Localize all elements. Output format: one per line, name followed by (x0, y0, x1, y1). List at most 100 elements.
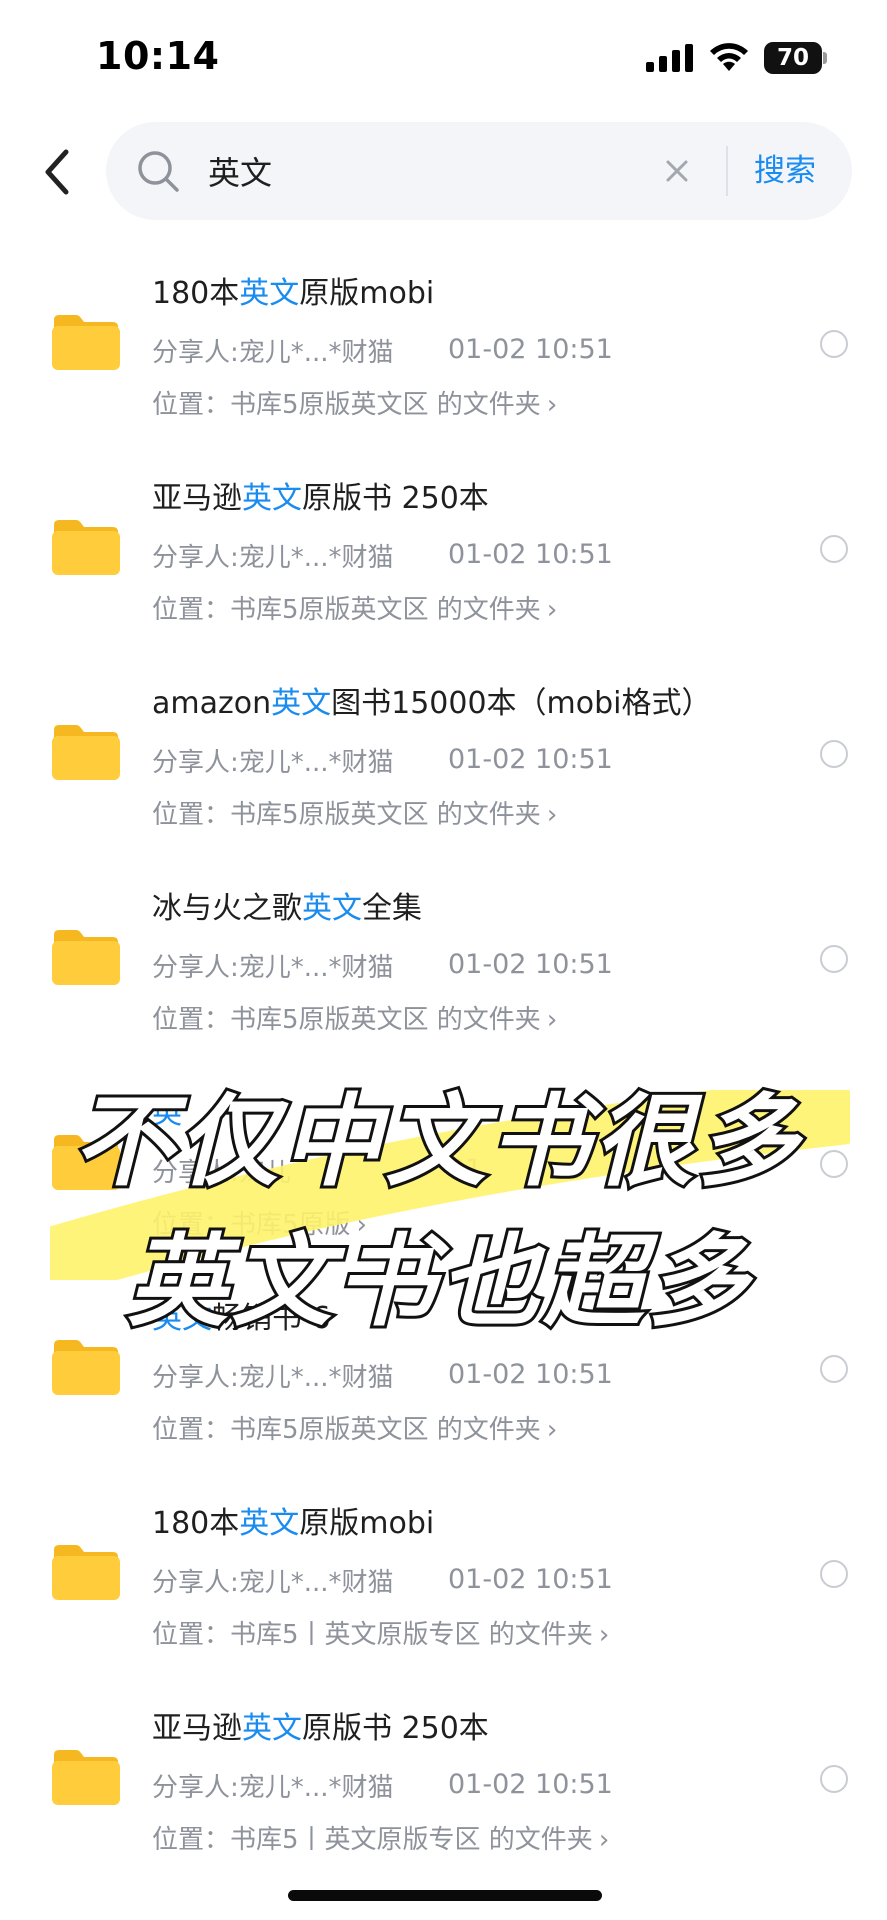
result-title[interactable]: 冰与火之歌英文全集 (152, 883, 422, 927)
search-bar[interactable]: 搜索 (106, 122, 852, 220)
title-prefix: 亚马逊 (152, 1711, 242, 1746)
select-radio[interactable] (820, 1355, 848, 1383)
chevron-right-icon: › (356, 1210, 367, 1240)
result-location-link[interactable]: 位置：书库5原版 › (152, 1204, 367, 1241)
location-text: 位置：书库5原版英文区 的文件夹 (152, 390, 541, 420)
chevron-right-icon: › (598, 1825, 610, 1855)
chevron-right-icon: › (546, 800, 558, 830)
result-location-link[interactable]: 位置：书库5原版英文区 的文件夹 › (152, 794, 557, 831)
folder-icon (52, 520, 120, 575)
list-item[interactable]: 180本英文原版mobi 分享人:宠儿*...*财猫 01-02 10:51 位置：书… (0, 1464, 887, 1669)
search-icon (138, 151, 179, 192)
select-radio[interactable] (820, 1765, 848, 1793)
location-text: 位置：书库5原版 (152, 1210, 351, 1240)
back-button[interactable] (36, 146, 80, 198)
list-item[interactable]: 亚马逊英文原版书 250本 分享人:宠儿*...*财猫 01-02 10:51 位置：… (0, 439, 887, 644)
search-button[interactable]: 搜索 (754, 144, 844, 198)
result-sharer: 分享人:宠儿*...*财猫 (152, 953, 394, 983)
folder-icon (52, 1135, 120, 1190)
result-location-link[interactable]: 位置：书库5原版英文区 的文件夹 › (152, 999, 557, 1036)
list-item[interactable]: 亚马逊英文原版书 250本 分享人:宠儿*...*财猫 01-02 10:51 位置：… (0, 1669, 887, 1874)
result-title[interactable]: 亚马逊英文原版书 250本 (152, 1703, 489, 1747)
title-highlight: 英文 (152, 1301, 212, 1336)
battery-tip (823, 52, 827, 64)
chevron-right-icon: › (546, 595, 558, 625)
list-item[interactable]: amazon英文图书15000本（mobi格式） 分享人:宠儿*...*财猫 01-… (0, 644, 887, 849)
list-item[interactable]: 英分享人:宠儿 01 位置：书库5原版 › (0, 1054, 887, 1259)
title-highlight: 英文 (302, 891, 362, 926)
result-title[interactable]: 180本英文原版mobi (152, 268, 434, 312)
result-location-link[interactable]: 位置：书库5原版英文区 的文件夹 › (152, 1409, 557, 1446)
title-suffix: 原版书 250本 (302, 481, 489, 516)
title-suffix: 全集 (362, 891, 422, 926)
clear-icon[interactable] (660, 154, 694, 188)
list-item[interactable]: 英文畅销书 6 分享人:宠儿*...*财猫 01-02 10:51 位置：书库5原版英… (0, 1259, 887, 1464)
chevron-right-icon: › (598, 1620, 610, 1650)
title-prefix: 冰与火之歌 (152, 891, 302, 926)
title-suffix: 原版书 250本 (302, 1711, 489, 1746)
select-radio[interactable] (820, 330, 848, 358)
title-prefix: amazon (152, 686, 272, 721)
result-sharer: 分享人:宠儿*...*财猫 (152, 1568, 394, 1598)
title-highlight: 英文 (242, 481, 302, 516)
result-location-link[interactable]: 位置：书库5丨英文原版专区 的文件夹 › (152, 1819, 609, 1856)
result-title[interactable]: amazon英文图书15000本（mobi格式） (152, 678, 712, 722)
chevron-right-icon: › (546, 1005, 558, 1035)
battery-indicator: 70 (764, 42, 827, 74)
title-highlight: 英文 (239, 276, 300, 311)
search-divider (726, 146, 728, 196)
status-bar: 10:14 70 (0, 0, 887, 110)
select-radio[interactable] (820, 1150, 848, 1178)
title-prefix: 180本 (152, 276, 240, 311)
title-highlight: 英文 (242, 1711, 302, 1746)
result-date: 01-02 10:51 (448, 1359, 613, 1390)
location-text: 位置：书库5丨英文原版专区 的文件夹 (152, 1620, 593, 1650)
cellular-signal-icon (646, 44, 693, 72)
title-highlight: 英 (152, 1096, 182, 1131)
result-date: 01-02 10:51 (448, 539, 613, 570)
title-prefix: 亚马逊 (152, 481, 242, 516)
title-highlight: 英文 (271, 686, 332, 721)
result-location-link[interactable]: 位置：书库5原版英文区 的文件夹 › (152, 384, 557, 421)
status-time: 10:14 (96, 34, 220, 78)
chevron-right-icon: › (546, 390, 558, 420)
folder-icon (52, 1545, 120, 1600)
result-date: 01-02 10:51 (448, 334, 613, 365)
folder-icon (52, 315, 120, 370)
list-item[interactable]: 180本英文原版mobi 分享人:宠儿*...*财猫 01-02 10:51 位置：书… (0, 234, 887, 439)
result-title[interactable]: 英 (152, 1088, 182, 1132)
title-highlight: 英文 (239, 1506, 300, 1541)
title-prefix: 180本 (152, 1506, 240, 1541)
result-date: 01-02 10:51 (448, 1564, 613, 1595)
folder-icon (52, 930, 120, 985)
result-location-link[interactable]: 位置：书库5原版英文区 的文件夹 › (152, 589, 557, 626)
result-title[interactable]: 亚马逊英文原版书 250本 (152, 473, 489, 517)
title-suffix: 畅销书 6 (212, 1301, 331, 1336)
result-title[interactable]: 180本英文原版mobi (152, 1498, 434, 1542)
result-date: 01-02 10:51 (448, 744, 613, 775)
location-text: 位置：书库5原版英文区 的文件夹 (152, 1005, 541, 1035)
result-date: 01-02 10:51 (448, 949, 613, 980)
result-date: 01-02 10:51 (448, 1769, 613, 1800)
list-item[interactable]: 冰与火之歌英文全集分享人:宠儿*...*财猫 01-02 10:51 位置：书库5原… (0, 849, 887, 1054)
title-suffix: 原版mobi (299, 276, 435, 311)
chevron-right-icon: › (546, 1415, 558, 1445)
result-location-link[interactable]: 位置：书库5丨英文原版专区 的文件夹 › (152, 1614, 609, 1651)
folder-icon (52, 1340, 120, 1395)
folder-icon (52, 725, 120, 780)
title-suffix: 原版mobi (299, 1506, 435, 1541)
result-sharer: 分享人:宠儿*...*财猫 (152, 748, 394, 778)
battery-percent: 70 (776, 45, 809, 71)
select-radio[interactable] (820, 535, 848, 563)
result-sharer: 分享人:宠儿 (152, 1158, 291, 1188)
select-radio[interactable] (820, 1560, 848, 1588)
result-sharer: 分享人:宠儿*...*财猫 (152, 1363, 394, 1393)
location-text: 位置：书库5原版英文区 的文件夹 (152, 800, 541, 830)
search-input[interactable] (208, 144, 628, 198)
select-radio[interactable] (820, 945, 848, 973)
result-title[interactable]: 英文畅销书 6 (152, 1293, 331, 1337)
select-radio[interactable] (820, 740, 848, 768)
result-sharer: 分享人:宠儿*...*财猫 (152, 338, 394, 368)
location-text: 位置：书库5丨英文原版专区 的文件夹 (152, 1825, 593, 1855)
location-text: 位置：书库5原版英文区 的文件夹 (152, 595, 541, 625)
